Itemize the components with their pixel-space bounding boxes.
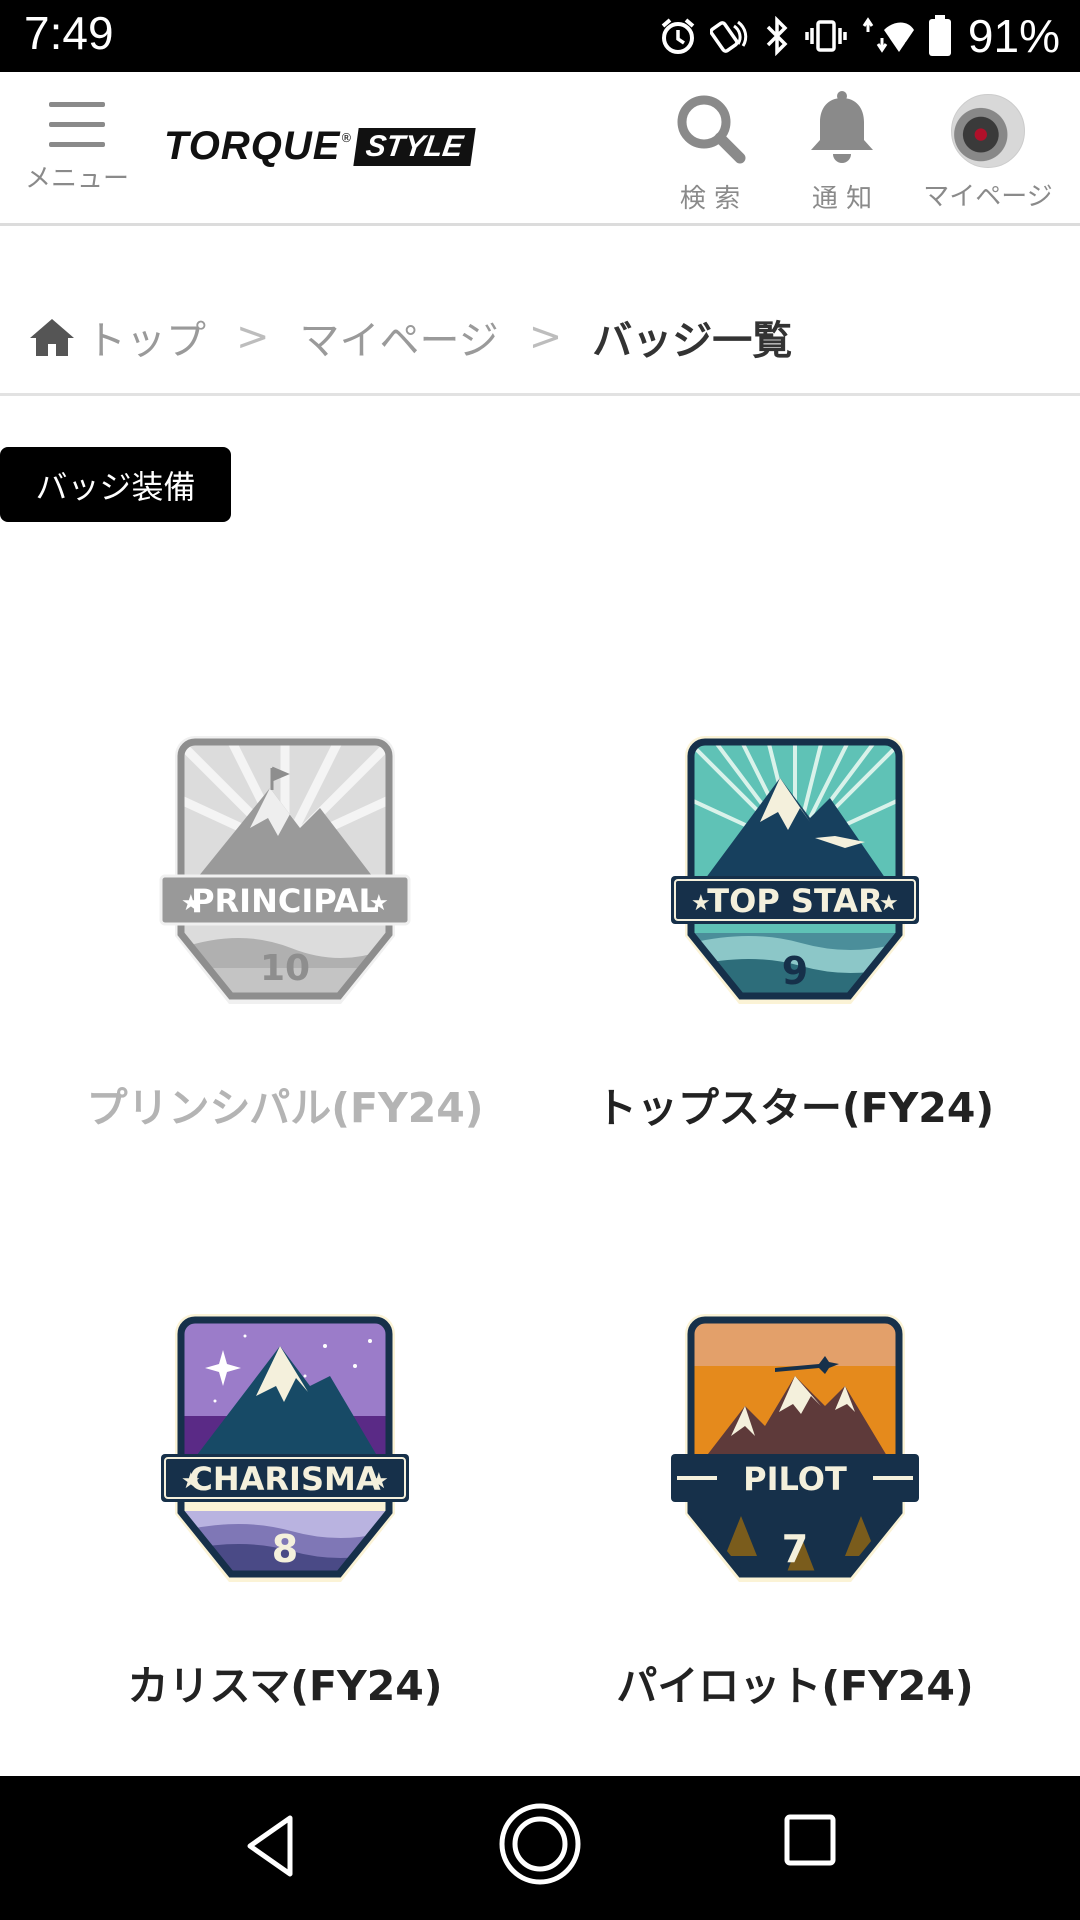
menu-button[interactable]: メニュー — [22, 98, 132, 195]
breadcrumb-separator: > — [528, 314, 563, 360]
status-time: 7:49 — [24, 7, 114, 59]
badge-title: CHARISMA — [189, 1460, 380, 1498]
notification-button[interactable]: 通 知 — [792, 90, 892, 215]
badge-topstar-icon: TOP STAR ★ ★ 9 — [671, 736, 919, 1004]
vibrate-icon — [805, 20, 847, 52]
badge-title: TOP STAR — [707, 882, 882, 920]
logo-registered-mark: ® — [340, 130, 353, 145]
search-icon — [677, 95, 746, 164]
bluetooth-icon — [766, 16, 788, 56]
status-icons: 5 91% — [658, 6, 1060, 66]
badge-principal-icon: PRINCIPAL ★ ★ 10 — [159, 736, 411, 1004]
badge-name: カリスマ(FY24) — [127, 1662, 443, 1710]
svg-text:★: ★ — [181, 1469, 201, 1494]
svg-text:★: ★ — [691, 891, 711, 916]
notify-label: 通 知 — [811, 184, 873, 214]
svg-text:★: ★ — [369, 891, 389, 916]
bell-icon — [811, 91, 873, 163]
breadcrumb-current: バッジ一覧 — [592, 318, 793, 364]
nfc-icon — [709, 20, 748, 53]
breadcrumb-separator: > — [236, 314, 270, 360]
divider — [0, 393, 1080, 396]
recents-icon[interactable] — [784, 1814, 836, 1866]
svg-text:★: ★ — [879, 891, 899, 916]
battery-percent: 91% — [967, 10, 1060, 62]
badge-title: PRINCIPAL — [191, 882, 379, 920]
equip-badge-button[interactable]: バッジ装備 — [0, 447, 231, 522]
avatar — [951, 94, 1025, 168]
torque-style-logo[interactable]: TORQUE ® STYLE — [164, 124, 476, 169]
badge-name: パイロット(FY24) — [616, 1662, 974, 1710]
logo-badge: STYLE — [353, 127, 476, 166]
menu-label: メニュー — [24, 164, 129, 194]
system-nav-bar — [0, 1776, 1080, 1920]
app-header: メニュー TORQUE ® STYLE 検 索 通 知 マイページ — [0, 72, 1080, 226]
search-button[interactable]: 検 索 — [660, 90, 760, 215]
badge-card-topstar[interactable]: TOP STAR ★ ★ 9 トップスター(FY24) — [585, 728, 1005, 1134]
breadcrumb-home[interactable]: トップ — [86, 308, 206, 366]
badge-number: 8 — [272, 1527, 298, 1571]
badge-card-pilot[interactable]: PILOT 7 パイロット(FY24) — [585, 1306, 1005, 1712]
hamburger-icon — [49, 102, 105, 147]
badge-number: 9 — [782, 949, 808, 993]
badge-number: 10 — [260, 948, 310, 989]
mypage-label: マイページ — [923, 182, 1053, 212]
badge-name: トップスター(FY24) — [595, 1084, 995, 1132]
svg-text:★: ★ — [181, 891, 201, 916]
battery-icon — [928, 15, 951, 56]
mypage-button[interactable]: マイページ — [918, 90, 1058, 213]
badge-title: PILOT — [743, 1460, 847, 1498]
badge-pilot-icon: PILOT 7 — [671, 1314, 919, 1582]
svg-text:5: 5 — [904, 39, 912, 55]
home-icon[interactable] — [28, 316, 76, 358]
breadcrumb: トップ > マイページ > バッジ一覧 — [28, 308, 792, 366]
badge-card-principal[interactable]: PRINCIPAL ★ ★ 10 プリンシパル(FY24) — [75, 728, 495, 1134]
badge-charisma-icon: CHARISMA ★ ★ 8 — [161, 1314, 409, 1582]
badge-name: プリンシパル(FY24) — [86, 1084, 484, 1132]
badge-number: 7 — [782, 1527, 808, 1571]
svg-text:★: ★ — [369, 1469, 389, 1494]
alarm-icon — [661, 18, 695, 54]
breadcrumb-mypage[interactable]: マイページ — [300, 308, 499, 366]
status-bar: 7:49 5 91% — [0, 0, 1080, 72]
logo-word: TORQUE — [164, 124, 341, 168]
back-icon[interactable] — [240, 1806, 300, 1886]
home-circle-icon[interactable] — [498, 1802, 582, 1886]
wifi-icon: 5 — [862, 17, 914, 55]
badge-card-charisma[interactable]: CHARISMA ★ ★ 8 カリスマ(FY24) — [75, 1306, 495, 1712]
search-label: 検 索 — [679, 184, 741, 214]
